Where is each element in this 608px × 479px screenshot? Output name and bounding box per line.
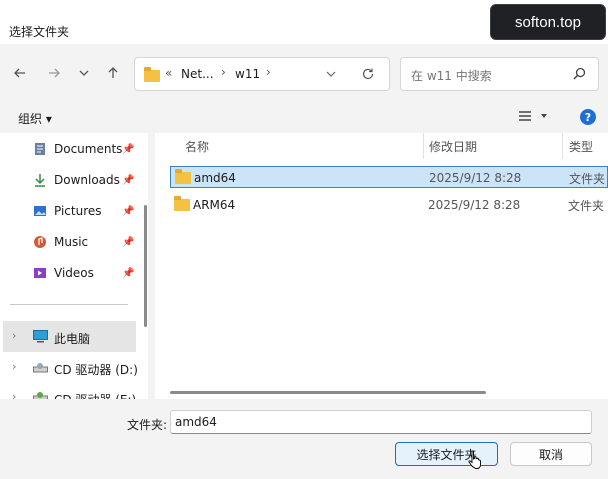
file-name: amd64	[194, 171, 236, 185]
address-dropdown-button[interactable]	[325, 68, 337, 83]
videos-icon	[34, 268, 46, 278]
view-options-button[interactable]	[518, 109, 548, 126]
refresh-icon	[362, 68, 374, 80]
breadcrumb-separator-icon: ›	[266, 65, 271, 79]
tree-item-label: 此电脑	[54, 332, 91, 346]
expand-chevron-icon[interactable]: ›	[12, 390, 16, 399]
sidebar-item-label: Pictures	[54, 204, 102, 218]
file-type: 文件夹	[569, 171, 606, 186]
forward-button[interactable]	[43, 62, 65, 84]
pin-icon: 📌	[122, 143, 135, 155]
sidebar-item-pictures[interactable]: Pictures 📌	[0, 197, 140, 225]
divider	[10, 304, 128, 305]
sidebar-item-label: Documents	[54, 142, 123, 156]
search-icon	[573, 67, 586, 80]
search-button[interactable]	[573, 67, 586, 83]
select-folder-button[interactable]: 选择文件夹	[395, 442, 498, 466]
up-button[interactable]	[102, 62, 124, 84]
column-divider[interactable]	[423, 133, 424, 159]
search-box[interactable]: 在 w11 中搜索	[400, 57, 599, 91]
sidebar-item-label: Music	[54, 235, 89, 249]
navigation-pane: Documents 📌 Downloads 📌 Pictures 📌 Music…	[0, 133, 148, 399]
horizontal-scrollbar[interactable]	[170, 391, 486, 394]
sidebar-item-documents[interactable]: Documents 📌	[0, 135, 140, 163]
folder-field-label: 文件夹:	[127, 418, 168, 432]
expand-chevron-icon[interactable]: ›	[12, 360, 16, 373]
organize-button[interactable]: 组织 ▾	[18, 110, 52, 127]
pin-icon: 📌	[122, 267, 135, 279]
command-bar: 组织 ▾ ?	[0, 103, 608, 133]
sidebar-scrollbar[interactable]	[144, 205, 147, 327]
folder-icon	[175, 167, 191, 189]
expand-chevron-icon[interactable]: ›	[12, 329, 16, 342]
pin-icon: 📌	[122, 205, 135, 217]
cancel-button[interactable]: 取消	[510, 442, 592, 466]
sidebar-item-videos[interactable]: Videos 📌	[0, 259, 140, 287]
back-button[interactable]	[9, 62, 31, 84]
breadcrumb-separator-icon: ›	[221, 65, 226, 79]
tree-item-cd-e[interactable]: CD 驱动器 (E:)	[54, 391, 136, 399]
pictures-icon	[34, 206, 46, 216]
list-view-icon	[519, 111, 547, 121]
sidebar-item-label: Videos	[54, 266, 94, 280]
recent-locations-button[interactable]	[73, 62, 95, 84]
column-header-name[interactable]: 名称	[185, 133, 209, 159]
music-icon	[34, 236, 46, 248]
file-type: 文件夹	[568, 198, 605, 213]
file-row-amd64[interactable]: amd64 2025/9/12 8:28 文件夹	[170, 166, 608, 188]
sidebar-item-downloads[interactable]: Downloads 📌	[0, 166, 140, 194]
file-date: 2025/9/12 8:28	[428, 198, 521, 212]
arrow-right-icon	[49, 68, 60, 78]
refresh-button[interactable]	[361, 67, 375, 84]
download-icon	[35, 174, 45, 187]
column-header-type[interactable]: 类型	[569, 133, 593, 159]
watermark: softon.top	[490, 4, 606, 40]
folder-icon	[174, 194, 190, 216]
cd-drive-icon	[33, 392, 48, 399]
address-bar[interactable]: « Net... › w11 ›	[134, 57, 390, 91]
search-input[interactable]: 在 w11 中搜索	[411, 67, 492, 84]
chevron-down-icon	[326, 71, 336, 77]
file-name: ARM64	[193, 198, 236, 212]
sidebar-item-label: Downloads	[54, 173, 120, 187]
arrow-up-icon	[108, 67, 118, 78]
file-row-arm64[interactable]: ARM64 2025/9/12 8:28 文件夹	[170, 194, 608, 216]
arrow-left-icon	[14, 68, 25, 78]
sidebar-item-music[interactable]: Music 📌	[0, 228, 140, 256]
hand-cursor-icon	[468, 450, 481, 469]
pin-icon: 📌	[122, 174, 135, 186]
chevron-down-icon	[79, 70, 89, 76]
column-header-date[interactable]: 修改日期	[429, 133, 477, 159]
computer-icon	[33, 330, 48, 343]
documents-icon	[35, 143, 45, 155]
column-divider[interactable]	[562, 133, 563, 159]
breadcrumb-item-w11[interactable]: w11	[235, 67, 260, 81]
pin-icon: 📌	[122, 236, 135, 248]
cd-drive-icon	[33, 363, 48, 373]
folder-name-value: amd64	[175, 415, 217, 429]
folder-icon	[144, 67, 160, 82]
file-date: 2025/9/12 8:28	[429, 171, 522, 185]
breadcrumb-overflow[interactable]: «	[165, 66, 172, 80]
tree-item-cd-d[interactable]: CD 驱动器 (D:)	[54, 361, 138, 378]
window-title: 选择文件夹	[9, 25, 70, 39]
help-icon[interactable]: ?	[580, 109, 596, 125]
sort-ascending-icon: ˄	[295, 133, 300, 140]
folder-name-input[interactable]: amd64	[170, 410, 592, 434]
file-list: ˄ 名称 修改日期 类型 amd64 2025/9/12 8:28 文件夹 AR…	[155, 133, 608, 399]
breadcrumb-item-net[interactable]: Net...	[181, 67, 214, 81]
